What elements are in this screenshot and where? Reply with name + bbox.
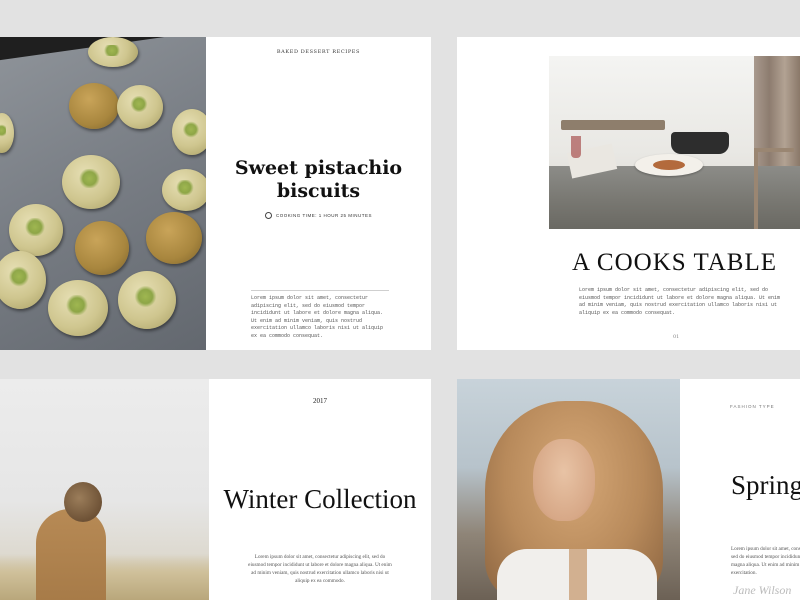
recipe-title: Sweet pistachio biscuits (234, 157, 403, 202)
fashion-kicker: FASHION TYPE (730, 404, 775, 409)
fashion-portrait-photo (457, 379, 680, 600)
collection-year: 2017 (313, 397, 327, 405)
signature: Jane Wilson (733, 583, 792, 597)
winter-collection-title: Winter Collection (223, 484, 417, 514)
cooks-table-card: A COOKS TABLE Lorem ipsum dolor sit amet… (457, 37, 800, 350)
winter-body-text: Lorem ipsum dolor sit amet, consectetur … (248, 554, 392, 584)
winter-field-photo (0, 379, 209, 600)
clock-icon (265, 212, 273, 219)
recipe-kicker: BAKED DESSERT RECIPES (276, 49, 361, 55)
winter-collection-card: 2017 Winter Collection Lorem ipsum dolor… (0, 379, 431, 600)
spring-body-text: Lorem ipsum dolor sit amet, consectetur … (731, 546, 800, 576)
spring-collection-title: Spring Collection (731, 470, 800, 500)
cooking-time-label: COOKING TIME: 1 HOUR 25 MINUTES (276, 213, 372, 218)
page-number: 01 (673, 334, 680, 340)
cooks-table-title: A COOKS TABLE (571, 249, 777, 276)
cooking-time-row: COOKING TIME: 1 HOUR 25 MINUTES (206, 212, 431, 219)
pistachio-recipe-card: BAKED DESSERT RECIPES Sweet pistachio bi… (0, 37, 431, 350)
divider (251, 290, 389, 291)
recipe-body-text: Lorem ipsum dolor sit amet, consectetur … (251, 295, 384, 339)
spring-collection-card: FASHION TYPE Spring Collection Lorem ips… (457, 379, 800, 600)
dining-table-photo (549, 56, 800, 229)
cooks-table-body-text: Lorem ipsum dolor sit amet, consectetur … (579, 287, 781, 316)
pistachio-biscuits-photo (0, 37, 206, 350)
